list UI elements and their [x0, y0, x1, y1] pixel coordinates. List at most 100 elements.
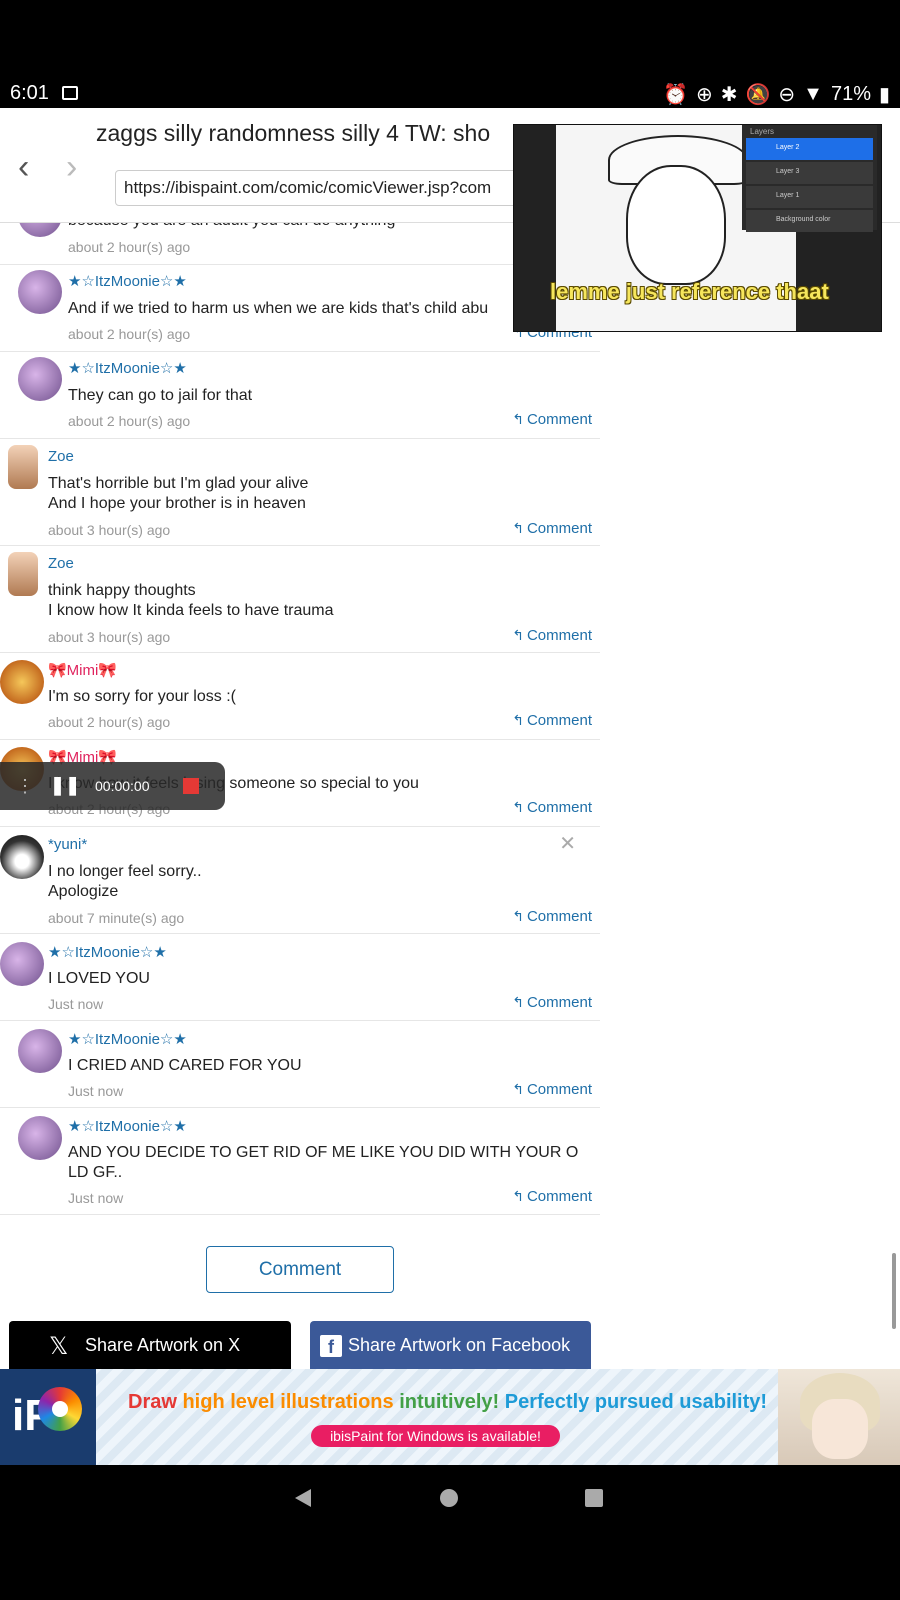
comment-text: think happy thoughts I know how It kinda…	[48, 582, 334, 619]
image-notification-icon	[62, 86, 78, 100]
video-caption: lemme just reference thaat	[550, 279, 829, 304]
battery-icon: ▮	[878, 84, 890, 106]
reply-arrow-icon: ↰	[512, 712, 524, 728]
comment-author[interactable]: ★☆ItzMoonie☆★	[68, 359, 187, 377]
comment-time: Just now	[68, 1083, 124, 1099]
comment-item: *yuni* ✕ I no longer feel sorry.. Apolog…	[0, 827, 600, 934]
avatar[interactable]	[0, 835, 44, 879]
layers-title: Layers	[750, 127, 775, 136]
comment-time: about 2 hour(s) ago	[68, 413, 191, 429]
avatar[interactable]	[18, 270, 62, 314]
comment-item: ★☆ItzMoonie☆★ And if we tried to harm us…	[0, 265, 600, 352]
comment-text: I no longer feel sorry.. Apologize	[48, 863, 202, 900]
comment-text: And if we tried to harm us when we are k…	[68, 300, 489, 317]
status-time: 6:01	[10, 82, 49, 104]
picture-in-picture-video[interactable]: Layers Layer 2 Layer 3 Layer 1 Backgroun…	[513, 124, 882, 332]
comment-author[interactable]: Zoe	[48, 555, 74, 572]
comment-author[interactable]: 🎀Mimi🎀	[48, 661, 117, 679]
facebook-logo-icon: f	[320, 1335, 342, 1357]
comment-time: about 2 hour(s) ago	[48, 714, 171, 730]
comment-author[interactable]: ★☆ItzMoonie☆★	[68, 1030, 187, 1048]
alarm-icon: ⏰	[663, 84, 688, 106]
avatar[interactable]	[8, 552, 38, 596]
ad-character-image	[778, 1369, 900, 1465]
wifi-icon: ▼	[803, 83, 823, 105]
status-bar: 6:01 ⏰ ⊕ ✱ 🔕 ⊖ ▼ 71% ▮	[0, 0, 900, 108]
comment-author[interactable]: ★☆ItzMoonie☆★	[68, 272, 187, 290]
ad-cta-pill[interactable]: ibisPaint for Windows is available!	[311, 1425, 560, 1447]
comment-time: Just now	[68, 1190, 124, 1206]
drag-handle-icon[interactable]: ⋮	[16, 776, 34, 797]
comment-item: ★☆ItzMoonie☆★ I CRIED AND CARED FOR YOU …	[0, 1021, 600, 1108]
bluetooth-icon: ✱	[720, 84, 738, 106]
ad-character-face	[812, 1399, 868, 1459]
comment-item: because you are an adult you can do anyt…	[0, 223, 600, 265]
dnd-icon: ⊖	[778, 84, 796, 106]
reply-button[interactable]: ↰ Comment	[512, 908, 592, 925]
avatar[interactable]	[0, 942, 44, 986]
ad-banner[interactable]: iP Draw high level illustrations intuiti…	[0, 1369, 900, 1465]
close-icon[interactable]: ✕	[559, 831, 576, 856]
avatar[interactable]	[8, 445, 38, 489]
scrollbar[interactable]	[892, 1253, 896, 1329]
avatar[interactable]	[0, 660, 44, 704]
comment-author[interactable]: *yuni*	[48, 836, 87, 853]
comment-time: Just now	[48, 996, 104, 1012]
avatar[interactable]	[18, 357, 62, 401]
reply-button[interactable]: ↰ Comment	[512, 411, 592, 428]
url-field[interactable]: https://ibispaint.com/comic/comicViewer.…	[115, 170, 535, 206]
comment-author[interactable]: ★☆ItzMoonie☆★	[68, 1117, 187, 1135]
reply-button[interactable]: ↰ Comment	[512, 799, 592, 816]
comment-text: I CRIED AND CARED FOR YOU	[68, 1057, 302, 1074]
system-home-icon[interactable]	[440, 1489, 458, 1507]
write-comment-button[interactable]: Comment	[206, 1246, 394, 1293]
comment-text: because you are an adult you can do anyt…	[68, 223, 395, 231]
layers-panel: Layers Layer 2 Layer 3 Layer 1 Backgroun…	[742, 125, 877, 232]
avatar[interactable]	[18, 1029, 62, 1073]
comment-item: 🎀Mimi🎀 I'm so sorry for your loss :( abo…	[0, 653, 600, 740]
comment-item: ★☆ItzMoonie☆★ AND YOU DECIDE TO GET RID …	[0, 1108, 600, 1215]
comment-author[interactable]: ★☆ItzMoonie☆★	[48, 943, 167, 961]
reply-arrow-icon: ↰	[512, 994, 524, 1010]
system-back-icon[interactable]	[295, 1489, 311, 1507]
battery-percent: 71%	[830, 83, 871, 105]
reply-button[interactable]: ↰ Comment	[512, 994, 592, 1011]
reply-button[interactable]: ↰ Comment	[512, 1188, 592, 1205]
page-title: zaggs silly randomness silly 4 TW: sho	[96, 120, 491, 146]
reply-arrow-icon: ↰	[512, 627, 524, 643]
screen-recorder-overlay[interactable]: ⋮ ❚❚ 00:00:00	[0, 762, 225, 810]
reply-button[interactable]: ↰ Comment	[512, 1081, 592, 1098]
avatar[interactable]	[18, 223, 62, 237]
comment-text: They can go to jail for that	[68, 387, 253, 404]
back-arrow-icon[interactable]: ‹	[18, 148, 29, 187]
status-icons: ⏰ ⊕ ✱ 🔕 ⊖ ▼ 71% ▮	[663, 82, 890, 107]
share-x-button[interactable]: 𝕏 Share Artwork on X	[9, 1321, 291, 1369]
reply-button[interactable]: ↰ Comment	[512, 627, 592, 644]
share-facebook-label: Share Artwork on Facebook	[348, 1335, 571, 1355]
layer-item: Layer 3	[746, 162, 873, 184]
comment-time: about 2 hour(s) ago	[68, 239, 191, 255]
comment-item: Zoe That's horrible but I'm glad your al…	[0, 439, 600, 546]
ad-headline: Draw high level illustrations intuitivel…	[128, 1391, 768, 1413]
system-recents-icon[interactable]	[585, 1489, 603, 1507]
stop-icon[interactable]	[183, 778, 199, 794]
reply-button[interactable]: ↰ Comment	[512, 712, 592, 729]
comment-time: about 2 hour(s) ago	[68, 326, 191, 342]
comment-item: ★☆ItzMoonie☆★ I LOVED YOU Just now ↰ Comm…	[0, 934, 600, 1021]
layer-item: Background color	[746, 210, 873, 232]
avatar[interactable]	[18, 1116, 62, 1160]
sync-icon: ⊕	[695, 84, 713, 106]
comment-author[interactable]: Zoe	[48, 448, 74, 465]
reply-arrow-icon: ↰	[512, 799, 524, 815]
reply-arrow-icon: ↰	[512, 908, 524, 924]
share-x-label: Share Artwork on X	[85, 1335, 241, 1355]
reply-button[interactable]: ↰ Comment	[512, 520, 592, 537]
comment-time: about 3 hour(s) ago	[48, 629, 171, 645]
reply-arrow-icon: ↰	[512, 1188, 524, 1204]
pause-icon[interactable]: ❚❚	[50, 775, 80, 796]
comment-text: I'm so sorry for your loss :(	[48, 688, 236, 705]
comment-item: Zoe think happy thoughts I know how It k…	[0, 546, 600, 653]
system-navigation-bar	[0, 1465, 900, 1600]
share-facebook-button[interactable]: f Share Artwork on Facebook	[310, 1321, 591, 1369]
forward-arrow-icon[interactable]: ›	[66, 148, 77, 187]
